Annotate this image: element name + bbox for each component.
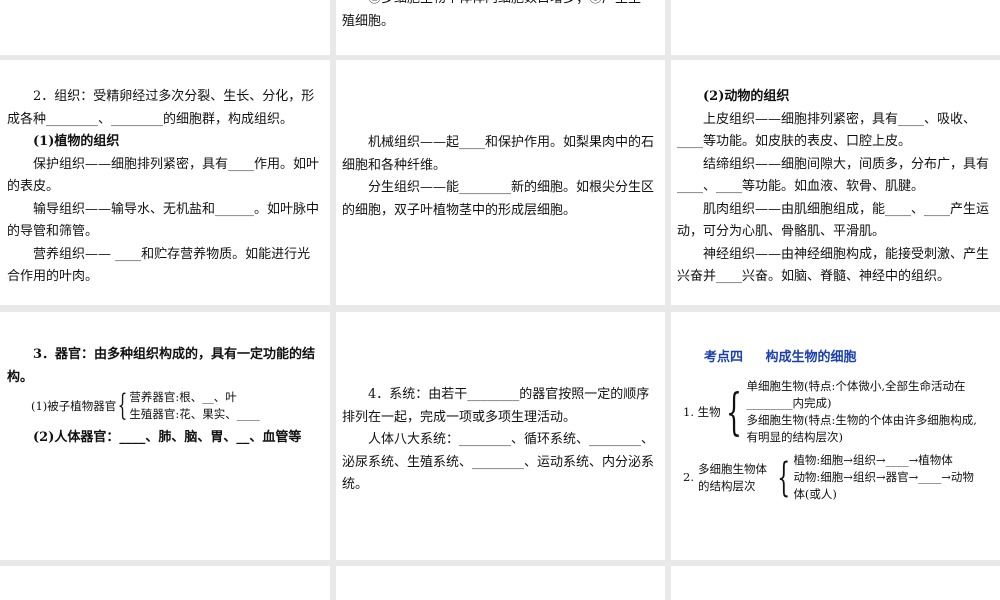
brace-icon: { — [725, 383, 742, 441]
slide-thumb-tissue[interactable]: 2．组织：受精卵经过多次分裂、生长、分化，形成各种________、______… — [0, 60, 330, 305]
slide-thumb-organ[interactable]: 3．器官：由多种组织构成的，具有一定功能的结构。 (1)被子植物器官 { 营养器… — [0, 312, 330, 560]
hierarchy-number: 2. — [683, 470, 694, 484]
organ-definition: 3．器官：由多种组织构成的，具有一定功能的结构。 — [7, 347, 316, 385]
section-number: 考点四 — [704, 350, 744, 365]
plant-organ-label: (1)被子植物器官 — [31, 398, 117, 413]
slide-thumb-2[interactable]: ②多细胞生物个体体内细胞数目增多；③产生生 殖细胞。 — [336, 0, 665, 55]
animal-tissue-heading: (2)动物的组织 — [703, 89, 790, 104]
plant-hierarchy: 植物:细胞→组织→____→植物体 — [793, 453, 953, 467]
slide-thumb-10[interactable] — [0, 566, 330, 600]
hierarchy-label: 多细胞生物体的结构层次 — [697, 461, 767, 493]
epithelial-tissue: 上皮组织——细胞排列紧密，具有____、吸收、____等功能。如皮肤的表皮、口腔… — [677, 111, 977, 150]
nutritive-tissue: 营养组织—— ____和贮存营养物质。如能进行光合作用的叶肉。 — [7, 246, 311, 285]
slide-thumb-1[interactable] — [0, 0, 330, 55]
slide-thumb-12[interactable] — [671, 566, 1000, 600]
plant-organ-item: 营养器官:根、__、叶 — [129, 390, 237, 404]
section-title: 构成生物的细胞 — [765, 350, 857, 365]
brace-icon: { — [777, 454, 791, 501]
animal-hierarchy: 动物:细胞→组织→器官→____→动物体(或人) — [793, 470, 974, 501]
protective-tissue: 保护组织——细胞排列紧密，具有____作用。如叶的表皮。 — [7, 156, 320, 195]
slide-thumb-3[interactable] — [671, 0, 1000, 55]
unicellular-item: 单细胞生物(特点:个体微小,全部生命活动在________内完成) — [746, 379, 966, 410]
nervous-tissue: 神经组织——由神经细胞构成，能接受刺激、产生兴奋并____兴奋。如脑、脊髓、神经… — [677, 246, 990, 285]
connective-tissue: 结缔组织——细胞间隙大，间质多，分布广，具有____、____等功能。如血液、软… — [677, 156, 990, 195]
mechanical-tissue: 机械组织——起____和保护作用。如梨果肉中的石细胞和各种纤维。 — [342, 135, 655, 173]
human-organ: (2)人体器官：____、肺、脑、胃、__、血管等 — [33, 430, 302, 445]
slide-thumb-system[interactable]: 4．系统：由若干________的器官按照一定的顺序排列在一起，完成一项或多项生… — [336, 312, 665, 560]
text-line: 殖细胞。 — [342, 13, 395, 29]
text-line: ②多细胞生物个体体内细胞数目增多；③产生生 — [342, 0, 660, 11]
slide-thumb-11[interactable] — [336, 566, 665, 600]
organism-label: 1. 生物 — [683, 404, 721, 419]
system-definition: 4．系统：由若干________的器官按照一定的顺序排列在一起，完成一项或多项生… — [342, 387, 650, 425]
slide-thumb-animal-tissue[interactable]: (2)动物的组织 上皮组织——细胞排列紧密，具有____、吸收、____等功能。… — [671, 60, 1000, 305]
plant-tissue-heading: (1)植物的组织 — [33, 134, 120, 149]
muscle-tissue: 肌肉组织——由肌细胞组成，能____、____产生运动，可分为心肌、骨骼肌、平滑… — [677, 201, 990, 240]
conducting-tissue: 输导组织——输导水、无机盐和______。如叶脉中的导管和筛管。 — [7, 201, 320, 240]
slide-thumb-cell[interactable]: 考点四 构成生物的细胞 1. 生物 { 单细胞生物(特点:个体微小,全部生命活动… — [671, 312, 1000, 560]
tissue-definition: 2．组织：受精卵经过多次分裂、生长、分化，形成各种________、______… — [7, 89, 315, 127]
plant-organ-item: 生殖器官:花、果实、____ — [129, 407, 260, 421]
multicellular-item: 多细胞生物(特点:生物的个体由许多细胞构成,有明显的结构层次) — [746, 413, 977, 444]
slide-thumb-plant-tissue[interactable]: 机械组织——起____和保护作用。如梨果肉中的石细胞和各种纤维。 分生组织——能… — [336, 60, 665, 305]
brace-icon: { — [118, 388, 128, 423]
human-systems: 人体八大系统：________、循环系统、________、泌尿系统、生殖系统、… — [342, 432, 655, 492]
meristem-tissue: 分生组织——能________新的细胞。如根尖分生区的细胞，双子叶植物茎中的形成… — [342, 180, 655, 218]
